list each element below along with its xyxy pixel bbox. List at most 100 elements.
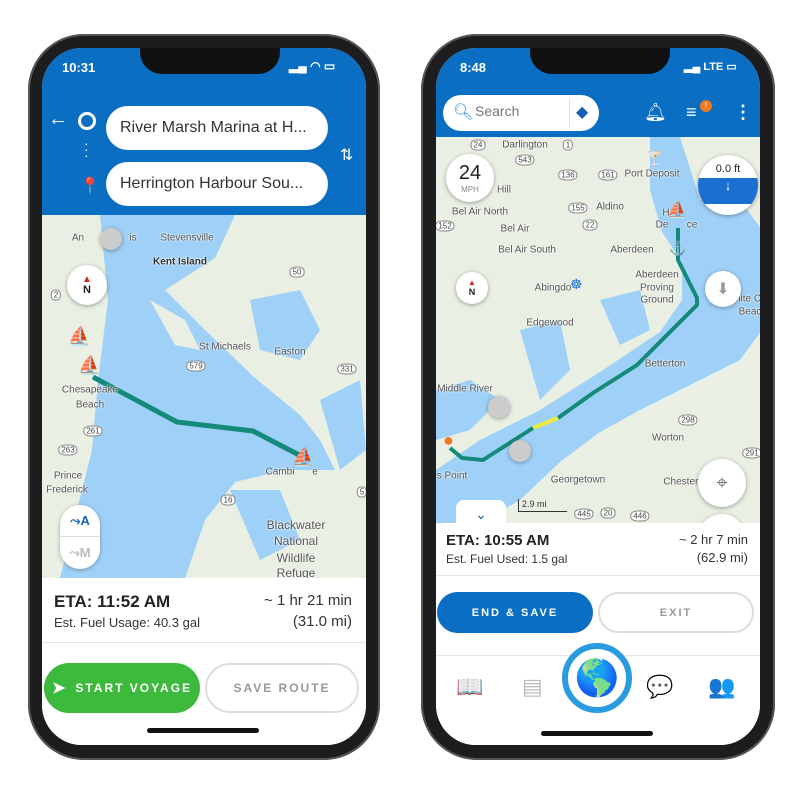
road-shield: 445 <box>574 508 594 520</box>
destination-input[interactable]: Herrington Harbour Sou... <box>106 162 328 206</box>
road-shield: 2 <box>50 289 62 301</box>
start-marina-icon[interactable]: ⛵ <box>78 355 100 376</box>
drop-pin-button[interactable]: ⬇ <box>705 271 741 307</box>
origin-input[interactable]: River Marsh Marina at H... <box>106 106 328 150</box>
road-shield: 136 <box>558 169 578 181</box>
map-label: Wildlife <box>276 551 316 565</box>
marina-sailboat-icon[interactable]: ⛵ <box>68 326 90 347</box>
depth-indicator[interactable]: 0.0 ft ↓ <box>698 155 758 215</box>
marina-cluster-icon[interactable] <box>100 228 122 250</box>
notch <box>530 48 670 74</box>
bell-icon[interactable]: 🔔︎ <box>644 102 667 123</box>
map-label: Bel Air South <box>498 244 556 256</box>
swap-icon[interactable]: ⇅ <box>340 145 353 165</box>
road-shield: 331 <box>337 363 357 375</box>
ship-wheel-icon[interactable]: ☸ <box>570 276 583 293</box>
status-network: ▂▄ LTE ▭ <box>684 61 737 73</box>
directions-icon[interactable]: ◆ <box>576 102 588 122</box>
left-phone-screen: An is Stevensville Kent Island St Michae… <box>42 48 366 745</box>
origin-circle-icon <box>78 112 96 130</box>
home-indicator <box>147 728 259 733</box>
filter-badge: ! <box>700 100 712 112</box>
fuel-estimate: Est. Fuel Used: 1.5 gal <box>446 552 568 566</box>
more-menu-icon[interactable]: ⋮ <box>734 102 752 123</box>
road-shield: 22 <box>582 219 598 231</box>
destination-marina-icon[interactable]: ⛵ <box>292 447 314 468</box>
speed-indicator: 24 MPH <box>446 154 494 202</box>
map-label: is <box>129 232 137 244</box>
status-icons: ▂▄ ◠ ▭ <box>289 59 336 73</box>
manual-route-button[interactable]: ⤳M <box>60 537 100 569</box>
auto-route-button[interactable]: ⤳A <box>60 505 100 537</box>
road-shield: 298 <box>678 414 698 426</box>
map[interactable]: An is Stevensville Kent Island St Michae… <box>42 215 366 578</box>
chevron-down-icon: ⌄ <box>475 506 487 522</box>
marina-sailboat-icon[interactable]: ⛵ <box>667 200 687 220</box>
marina-cluster-icon[interactable] <box>488 396 510 418</box>
bar-icon[interactable]: 🍸 <box>646 150 663 167</box>
logbook-icon[interactable]: 📖 <box>456 674 483 700</box>
right-phone-screen: Darlington Port Deposit Hill Bel Air Nor… <box>436 48 760 745</box>
locate-button[interactable]: ⌖ <box>698 459 746 507</box>
map-label: Abingdo <box>534 282 572 294</box>
map-label: Worton <box>651 432 685 444</box>
map[interactable]: Darlington Port Deposit Hill Bel Air Nor… <box>436 137 760 523</box>
road-shield: 24 <box>470 139 486 151</box>
crosshair-icon: ⌖ <box>716 471 728 494</box>
search-input[interactable] <box>475 103 570 119</box>
search-bar[interactable]: 🔍︎ ◆ <box>443 95 599 131</box>
compass-button[interactable]: ▲ N <box>67 265 107 305</box>
divider <box>569 99 570 127</box>
depth-down-arrow-icon: ↓ <box>698 178 758 204</box>
save-route-button[interactable]: SAVE ROUTE <box>205 663 359 713</box>
map-label: Aldino <box>596 201 624 213</box>
route-mode-toggle[interactable]: ⤳A ⤳M <box>60 505 100 569</box>
road-shield: 161 <box>598 169 618 181</box>
map-label: National <box>273 534 319 548</box>
people-icon[interactable]: 👥 <box>708 674 735 700</box>
back-arrow-icon[interactable]: ← <box>48 108 68 131</box>
map-label: Aberdeen <box>610 244 654 256</box>
list-icon[interactable]: ▤ <box>522 674 543 700</box>
map-label: Stevensville <box>160 232 214 244</box>
marina-cluster-icon[interactable] <box>509 440 531 462</box>
map-label: Port Deposit <box>624 168 680 180</box>
distance: (31.0 mi) <box>292 613 352 630</box>
chat-icon[interactable]: 💬 <box>646 674 673 700</box>
map-label: Ground <box>640 294 674 306</box>
map-label: Darlington <box>502 139 548 151</box>
status-time: 8:48 <box>460 60 487 75</box>
map-label: Bel Air <box>500 223 530 235</box>
road-shield: 16 <box>220 494 236 506</box>
map-label: Middle River <box>437 383 493 395</box>
exit-button[interactable]: EXIT <box>598 592 754 633</box>
road-shield: 543 <box>515 154 535 166</box>
map-label: Chesapeake <box>61 384 119 396</box>
start-voyage-button[interactable]: ➤ START VOYAGE <box>44 663 200 713</box>
eta: ETA: 11:52 AM <box>54 592 171 611</box>
map-label: e <box>312 466 318 478</box>
collapse-panel-button[interactable]: ⌄ <box>456 500 506 523</box>
road-shield: 579 <box>186 360 206 372</box>
destination-pin-icon: 📍 <box>80 178 100 195</box>
map-label: Beac <box>738 306 760 318</box>
home-indicator <box>541 731 653 736</box>
road-shield: 1 <box>562 139 574 151</box>
end-and-save-button[interactable]: END & SAVE <box>437 592 593 633</box>
scale-bar: 2.9 mi <box>518 499 567 512</box>
speed-unit: MPH <box>461 185 479 194</box>
anchor-icon[interactable]: ⚓ <box>669 240 686 257</box>
north-arrow-icon: ▲ <box>468 278 476 287</box>
globe-map-tab[interactable]: 🌎 <box>562 643 632 713</box>
fuel-estimate: Est. Fuel Usage: 40.3 gal <box>54 615 200 630</box>
current-position-pin-icon: ● <box>443 430 454 450</box>
depth-value: 0.0 ft <box>715 163 741 175</box>
filter-icon[interactable]: ≡ <box>686 102 697 123</box>
road-shield: 263 <box>58 444 78 456</box>
status-time: 10:31 <box>62 60 96 75</box>
map-label: De <box>655 219 669 231</box>
compass-button[interactable]: ▲ N <box>456 272 488 304</box>
divider <box>436 575 760 576</box>
divider <box>42 642 366 643</box>
compass-label: N <box>468 287 476 297</box>
